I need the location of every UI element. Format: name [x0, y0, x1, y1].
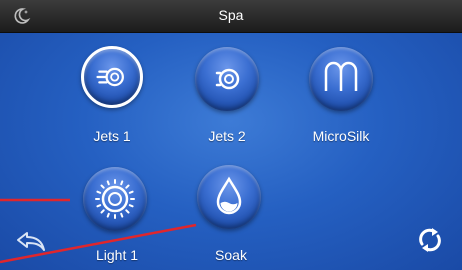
- refresh-icon[interactable]: [414, 224, 446, 256]
- microsilk-button[interactable]: [309, 47, 373, 111]
- soak-button[interactable]: [197, 165, 261, 229]
- back-icon[interactable]: [14, 228, 48, 256]
- jets-2-label: Jets 2: [208, 128, 246, 144]
- jets-1-label: Jets 1: [93, 128, 131, 144]
- jets-2-button[interactable]: [195, 47, 259, 111]
- light-1-label: Light 1: [95, 247, 139, 263]
- header-bar: Spa: [0, 0, 462, 33]
- light-1-button[interactable]: [83, 167, 147, 231]
- microsilk-label: MicroSilk: [312, 128, 370, 144]
- jets-1-button[interactable]: [81, 46, 143, 108]
- soak-label: Soak: [215, 247, 247, 263]
- page-title: Spa: [218, 7, 244, 23]
